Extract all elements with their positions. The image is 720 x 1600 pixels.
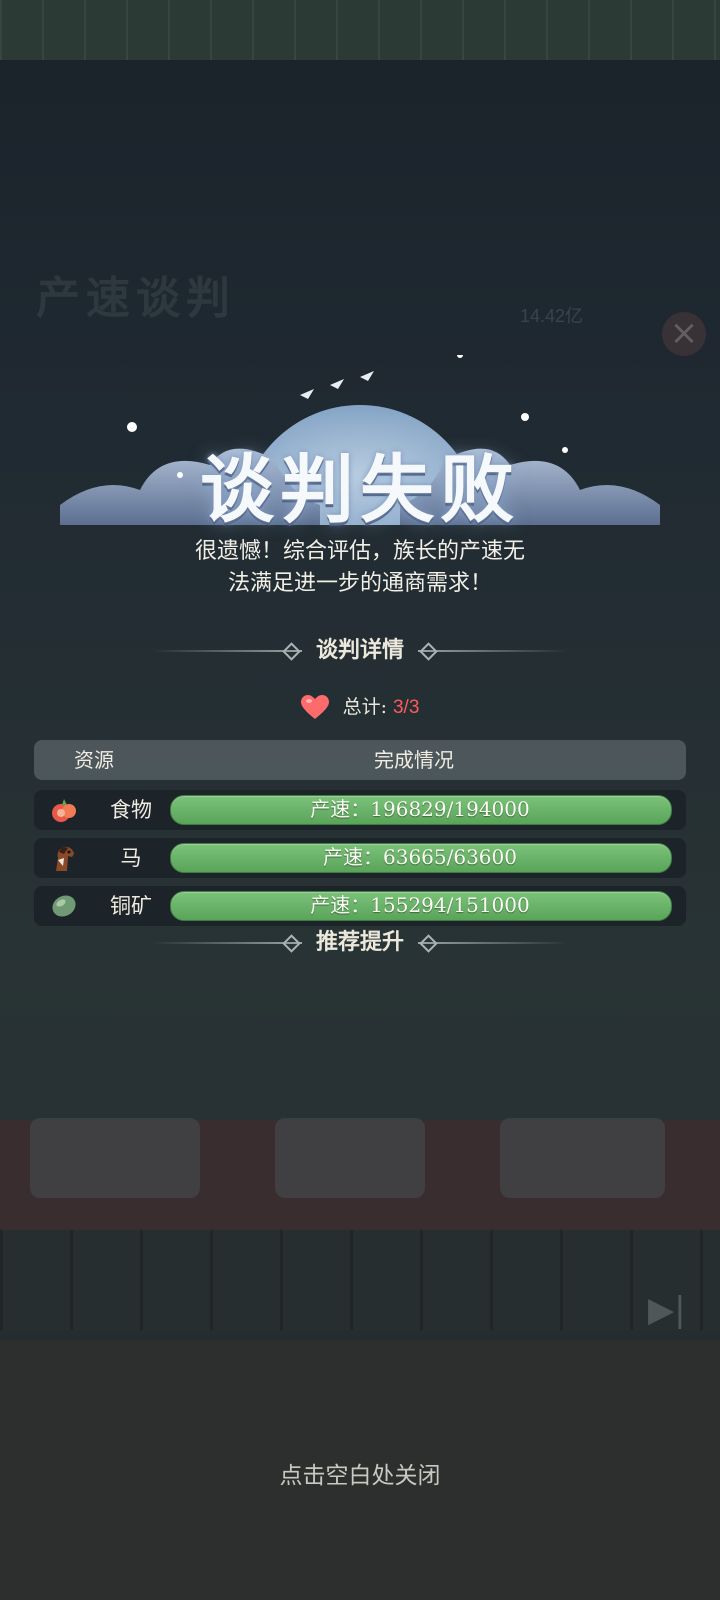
copper-ore-icon — [52, 895, 76, 917]
result-message-line: 很遗憾！综合评估，族长的产速无 — [194, 539, 525, 564]
details-heading-label: 谈判详情 — [315, 637, 404, 663]
result-title: 谈判失败 — [200, 447, 520, 533]
progress-text: 产速：155294/151000 — [310, 893, 530, 917]
ornament-left — [151, 650, 302, 652]
resource-name: 铜矿 — [110, 894, 152, 918]
heart-icon — [300, 695, 329, 719]
total-value: 3/3 — [392, 697, 420, 718]
resource-name: 马 — [120, 846, 142, 870]
ornament-right — [418, 942, 568, 944]
resource-name: 食物 — [110, 798, 152, 822]
result-message: 很遗憾！综合评估，族长的产速无 法满足进一步的通商需求！ — [130, 536, 590, 600]
ornament-left — [151, 942, 302, 944]
screen[interactable]: 产速谈判 14.42亿 × ▶| 谈判失败 很遗憾！综合评估，族长的产速无 法满… — [0, 0, 720, 1600]
total-row: 总计: 3/3 — [0, 692, 720, 721]
ornament-right — [418, 650, 568, 652]
details-heading: 谈判详情 — [0, 632, 720, 664]
total-label: 总计: — [342, 696, 387, 718]
table-row: 食物 产速：196829/194000 — [34, 790, 686, 830]
column-resource: 资源 — [74, 748, 114, 772]
progress-text: 产速：196829/194000 — [310, 797, 530, 821]
progress-text: 产速：63665/63600 — [323, 845, 517, 869]
table-header: 资源 完成情况 — [34, 740, 686, 780]
table-row: 铜矿 产速：155294/151000 — [34, 886, 686, 926]
horse-icon — [56, 846, 74, 871]
result-message-line: 法满足进一步的通商需求！ — [227, 571, 492, 596]
recommend-heading: 推荐提升 — [0, 924, 720, 956]
food-icon — [52, 799, 76, 822]
top-decor-band — [0, 0, 720, 60]
table-row: 马 产速：63665/63600 — [34, 838, 686, 878]
column-status: 完成情况 — [374, 748, 454, 772]
recommend-heading-label: 推荐提升 — [315, 929, 404, 955]
close-hint[interactable]: 点击空白处关闭 — [0, 1456, 720, 1490]
